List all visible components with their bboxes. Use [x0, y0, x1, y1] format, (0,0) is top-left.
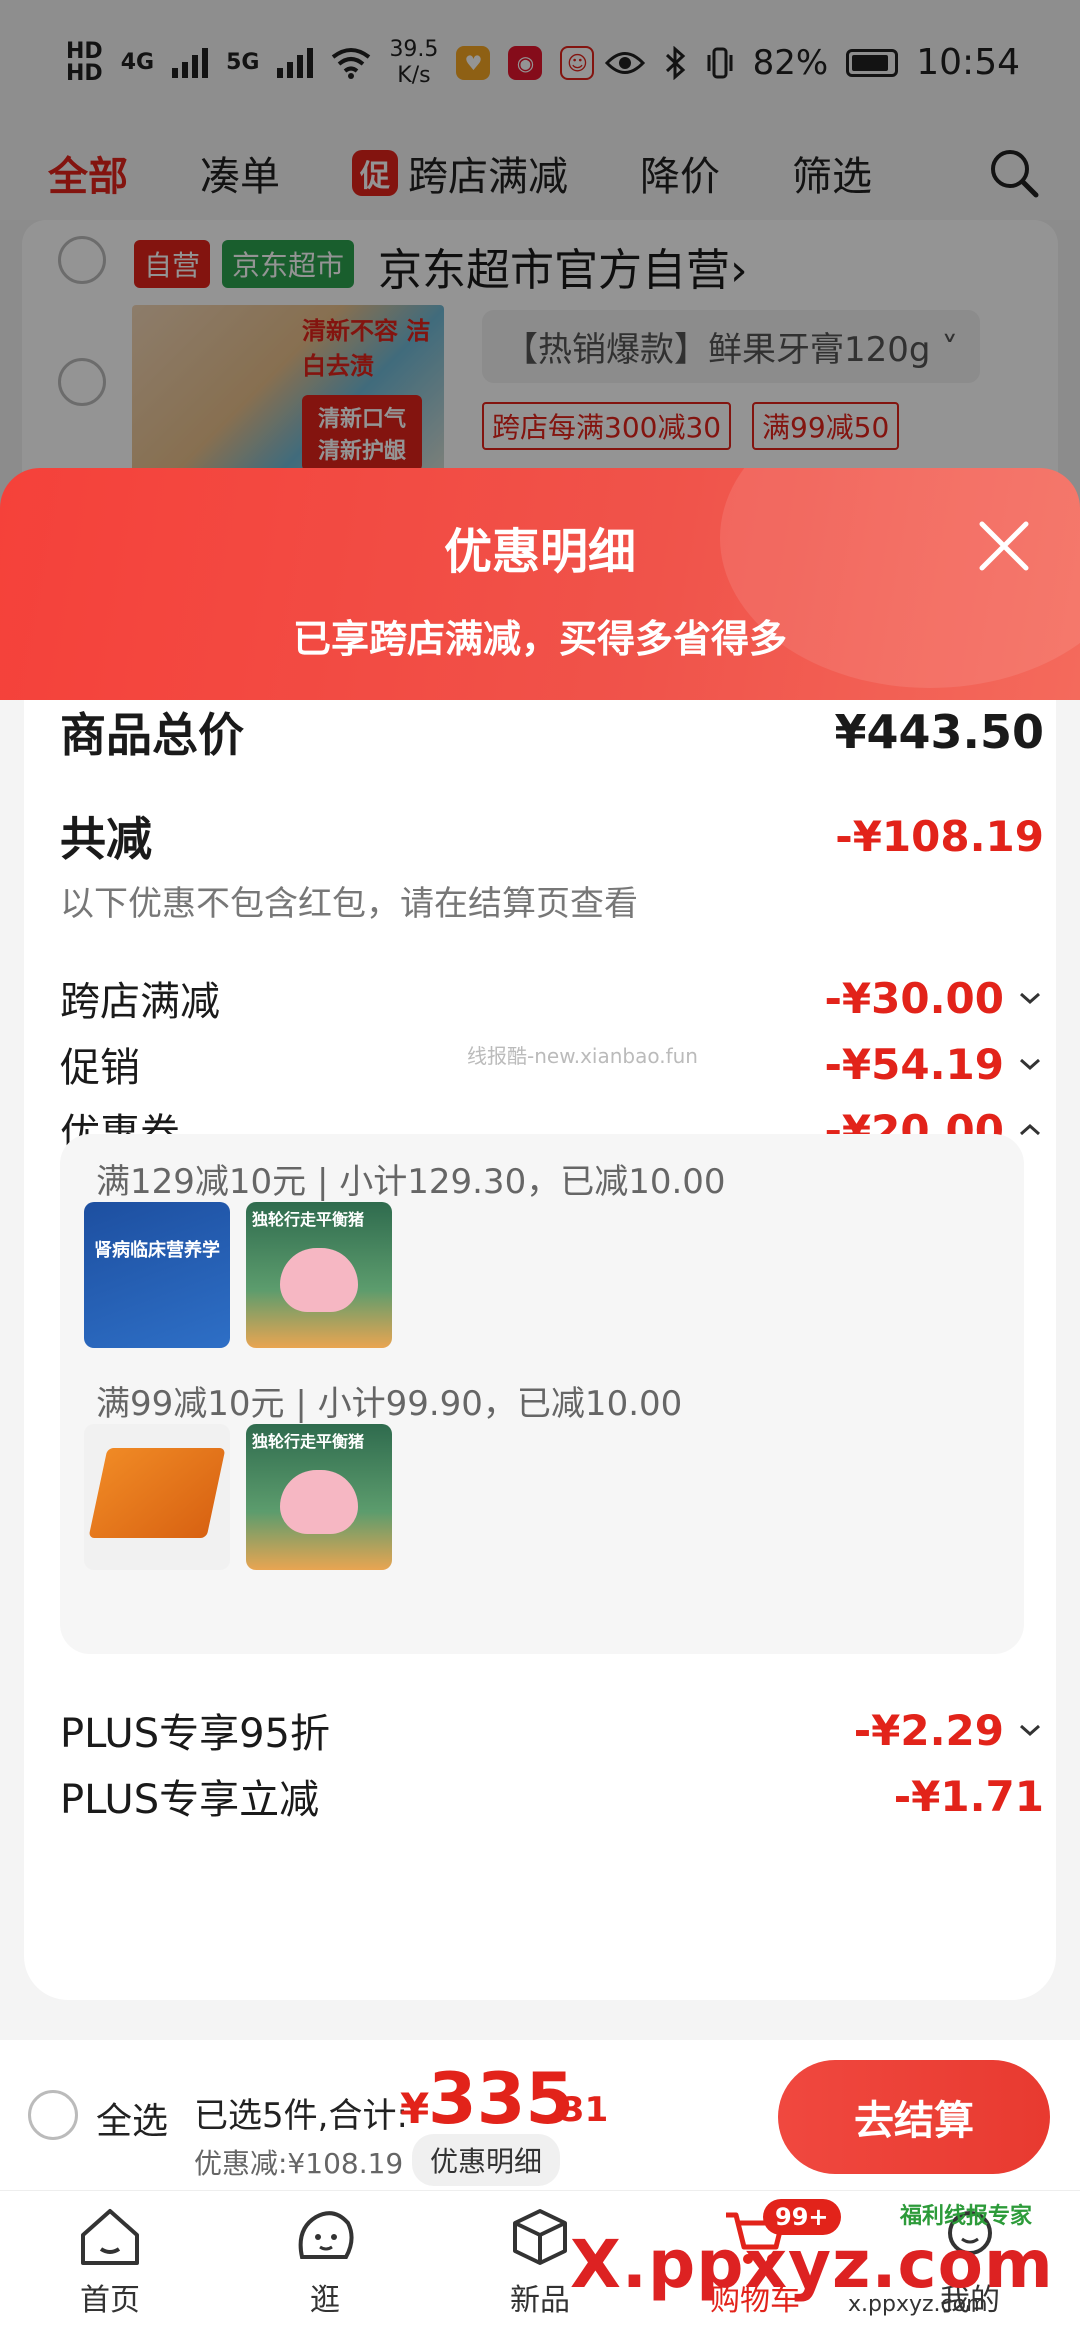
- coupon-line: 满99减10元 | 小计99.90，已减10.00: [96, 1384, 683, 1424]
- total-price-label: 商品总价: [60, 708, 244, 762]
- product-thumbnail[interactable]: [84, 1424, 230, 1570]
- coupon-detail-box: 满129减10元 | 小计129.30，已减10.00 肾病临床营养学 独轮行走…: [60, 1134, 1024, 1654]
- discount-detail-button[interactable]: 优惠明细: [412, 2134, 561, 2186]
- chevron-down-icon: [1020, 1724, 1040, 1737]
- total-discount-label: 共减: [60, 812, 152, 866]
- plus-discount-value: -¥1.71: [893, 1771, 1044, 1821]
- chevron-down-icon: [1020, 1058, 1040, 1071]
- plus-discount-label: PLUS专享立减: [60, 1777, 320, 1823]
- product-thumbnail[interactable]: 肾病临床营养学: [84, 1202, 230, 1348]
- nav-label: 逛: [310, 2283, 340, 2318]
- thumbnail-text: 肾病临床营养学: [94, 1240, 220, 1261]
- total-discount-value: -¥108.19: [835, 811, 1044, 861]
- nav-label: 首页: [80, 2283, 140, 2318]
- brick-toy-image: [88, 1448, 226, 1538]
- discount-sheet-header: 优惠明细 已享跨店满减，买得多省得多: [0, 468, 1080, 708]
- discount-sheet-body: 商品总价 ¥443.50 共减 -¥108.19 以下优惠不包含红包，请在结算页…: [0, 700, 1080, 2040]
- coupon-line: 满129减10元 | 小计129.30，已减10.00: [96, 1162, 726, 1202]
- thumbnail-text: 独轮行走平衡猪: [252, 1432, 365, 1451]
- pig-toy-image: [280, 1248, 358, 1312]
- plus-discount-label: PLUS专享95折: [60, 1711, 330, 1757]
- discount-item-label: 促销: [60, 1045, 140, 1091]
- nav-home[interactable]: 首页: [30, 2205, 190, 2319]
- total-price-row: 商品总价 ¥443.50: [60, 700, 1044, 764]
- checkout-bar: 全选 已选5件,合计: ¥ 335 .31 优惠减:¥108.19 优惠明细 去…: [0, 2040, 1080, 2190]
- home-icon: [81, 2209, 139, 2265]
- product-thumbnail[interactable]: 独轮行走平衡猪: [246, 1424, 392, 1570]
- select-all-checkbox[interactable]: [28, 2090, 78, 2140]
- total-price-value: ¥443.50: [834, 705, 1044, 759]
- plus-discount-row: PLUS专享立减 -¥1.71: [60, 1764, 1044, 1828]
- selected-count-text: 已选5件,合计:: [194, 2096, 408, 2136]
- currency-symbol: ¥: [400, 2084, 430, 2133]
- total-amount-decimal: .31: [548, 2090, 609, 2130]
- close-icon[interactable]: [972, 514, 1036, 578]
- product-thumbnail[interactable]: 独轮行走平衡猪: [246, 1202, 392, 1348]
- nav-label: 新品: [510, 2283, 570, 2318]
- discount-item-row[interactable]: 跨店满减 -¥30.00: [60, 966, 1044, 1030]
- watermark-text: 线报酷-new.xianbao.fun: [467, 1044, 698, 1068]
- new-products-icon: [513, 2209, 567, 2265]
- discount-item-value: -¥30.00: [824, 974, 1044, 1023]
- chevron-down-icon: [1020, 992, 1040, 1005]
- discount-amount: -¥2.29: [853, 1705, 1004, 1755]
- explore-icon: [298, 2211, 354, 2259]
- nav-explore[interactable]: 逛: [245, 2205, 405, 2319]
- discount-amount: -¥54.19: [824, 1039, 1004, 1089]
- discount-amount: -¥30.00: [824, 973, 1004, 1023]
- thumbnail-text: 独轮行走平衡猪: [252, 1210, 365, 1229]
- chevron-up-icon: [1020, 1123, 1040, 1136]
- sheet-title: 优惠明细: [443, 524, 636, 580]
- sheet-subtitle: 已享跨店满减，买得多省得多: [292, 617, 787, 661]
- discount-summary: 优惠减:¥108.19: [194, 2147, 404, 2180]
- checkout-button[interactable]: 去结算: [778, 2060, 1050, 2174]
- pig-toy-image: [280, 1470, 358, 1534]
- discount-item-value: -¥54.19: [824, 1040, 1044, 1089]
- discount-card: 商品总价 ¥443.50 共减 -¥108.19 以下优惠不包含红包，请在结算页…: [24, 700, 1056, 2000]
- discount-item-label: 跨店满减: [60, 979, 220, 1025]
- discount-note: 以下优惠不包含红包，请在结算页查看: [60, 884, 638, 924]
- plus-discount-row[interactable]: PLUS专享95折 -¥2.29: [60, 1698, 1044, 1762]
- plus-discount-value: -¥2.29: [854, 1706, 1044, 1755]
- watermark-small: x.ppxyz.com: [848, 2292, 988, 2317]
- select-all-label[interactable]: 全选: [96, 2092, 168, 2144]
- total-discount-row: 共减 -¥108.19: [60, 804, 1044, 868]
